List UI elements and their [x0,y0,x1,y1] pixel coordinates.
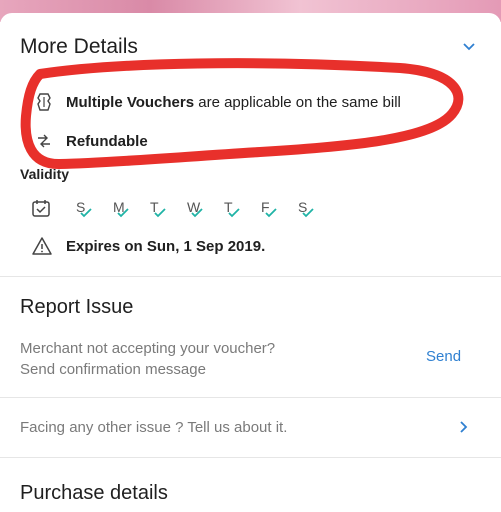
validity-label: Validity [20,166,70,182]
check-icon [228,208,240,218]
voucher-icon [33,91,55,113]
day-monday: M [109,199,133,221]
report-issue-title: Report Issue [20,296,134,318]
feature-rest-text: are applicable on the same bill [194,93,401,111]
more-details-title: More Details [20,35,138,58]
check-icon [154,208,166,218]
day-thursday: T [220,199,244,221]
expiry-text: Expires on Sun, 1 Sep 2019. [66,237,266,255]
chevron-down-icon[interactable] [462,42,476,52]
feature-bold-text: Refundable [66,132,148,150]
day-saturday: S [294,199,318,221]
refund-icon [33,130,55,152]
warning-icon [32,237,52,255]
check-icon [265,208,277,218]
purchase-details-title: Purchase details [20,482,168,504]
chevron-right-icon[interactable] [459,420,469,434]
day-friday: F [257,199,281,221]
check-icon [117,208,129,218]
calendar-icon [32,200,50,217]
feature-bold-text: Multiple Vouchers [66,93,195,111]
day-wednesday: W [183,199,207,221]
divider [0,457,501,458]
send-button[interactable]: Send [426,348,461,365]
check-icon [191,208,203,218]
divider [0,397,501,398]
feature-multiple-vouchers: Multiple Vouchers are applicable on the … [33,91,401,113]
send-confirmation-text: Send confirmation message [20,361,206,378]
feature-refundable: Refundable [33,130,148,152]
check-icon [80,208,92,218]
day-sunday: S [72,199,96,221]
divider [0,276,501,277]
expiry-row: Expires on Sun, 1 Sep 2019. [31,236,265,256]
other-issue-link[interactable]: Facing any other issue ? Tell us about i… [20,417,287,438]
day-tuesday: T [146,199,170,221]
merchant-not-accepting-text: Merchant not accepting your voucher? [20,340,276,357]
check-icon [302,208,314,218]
